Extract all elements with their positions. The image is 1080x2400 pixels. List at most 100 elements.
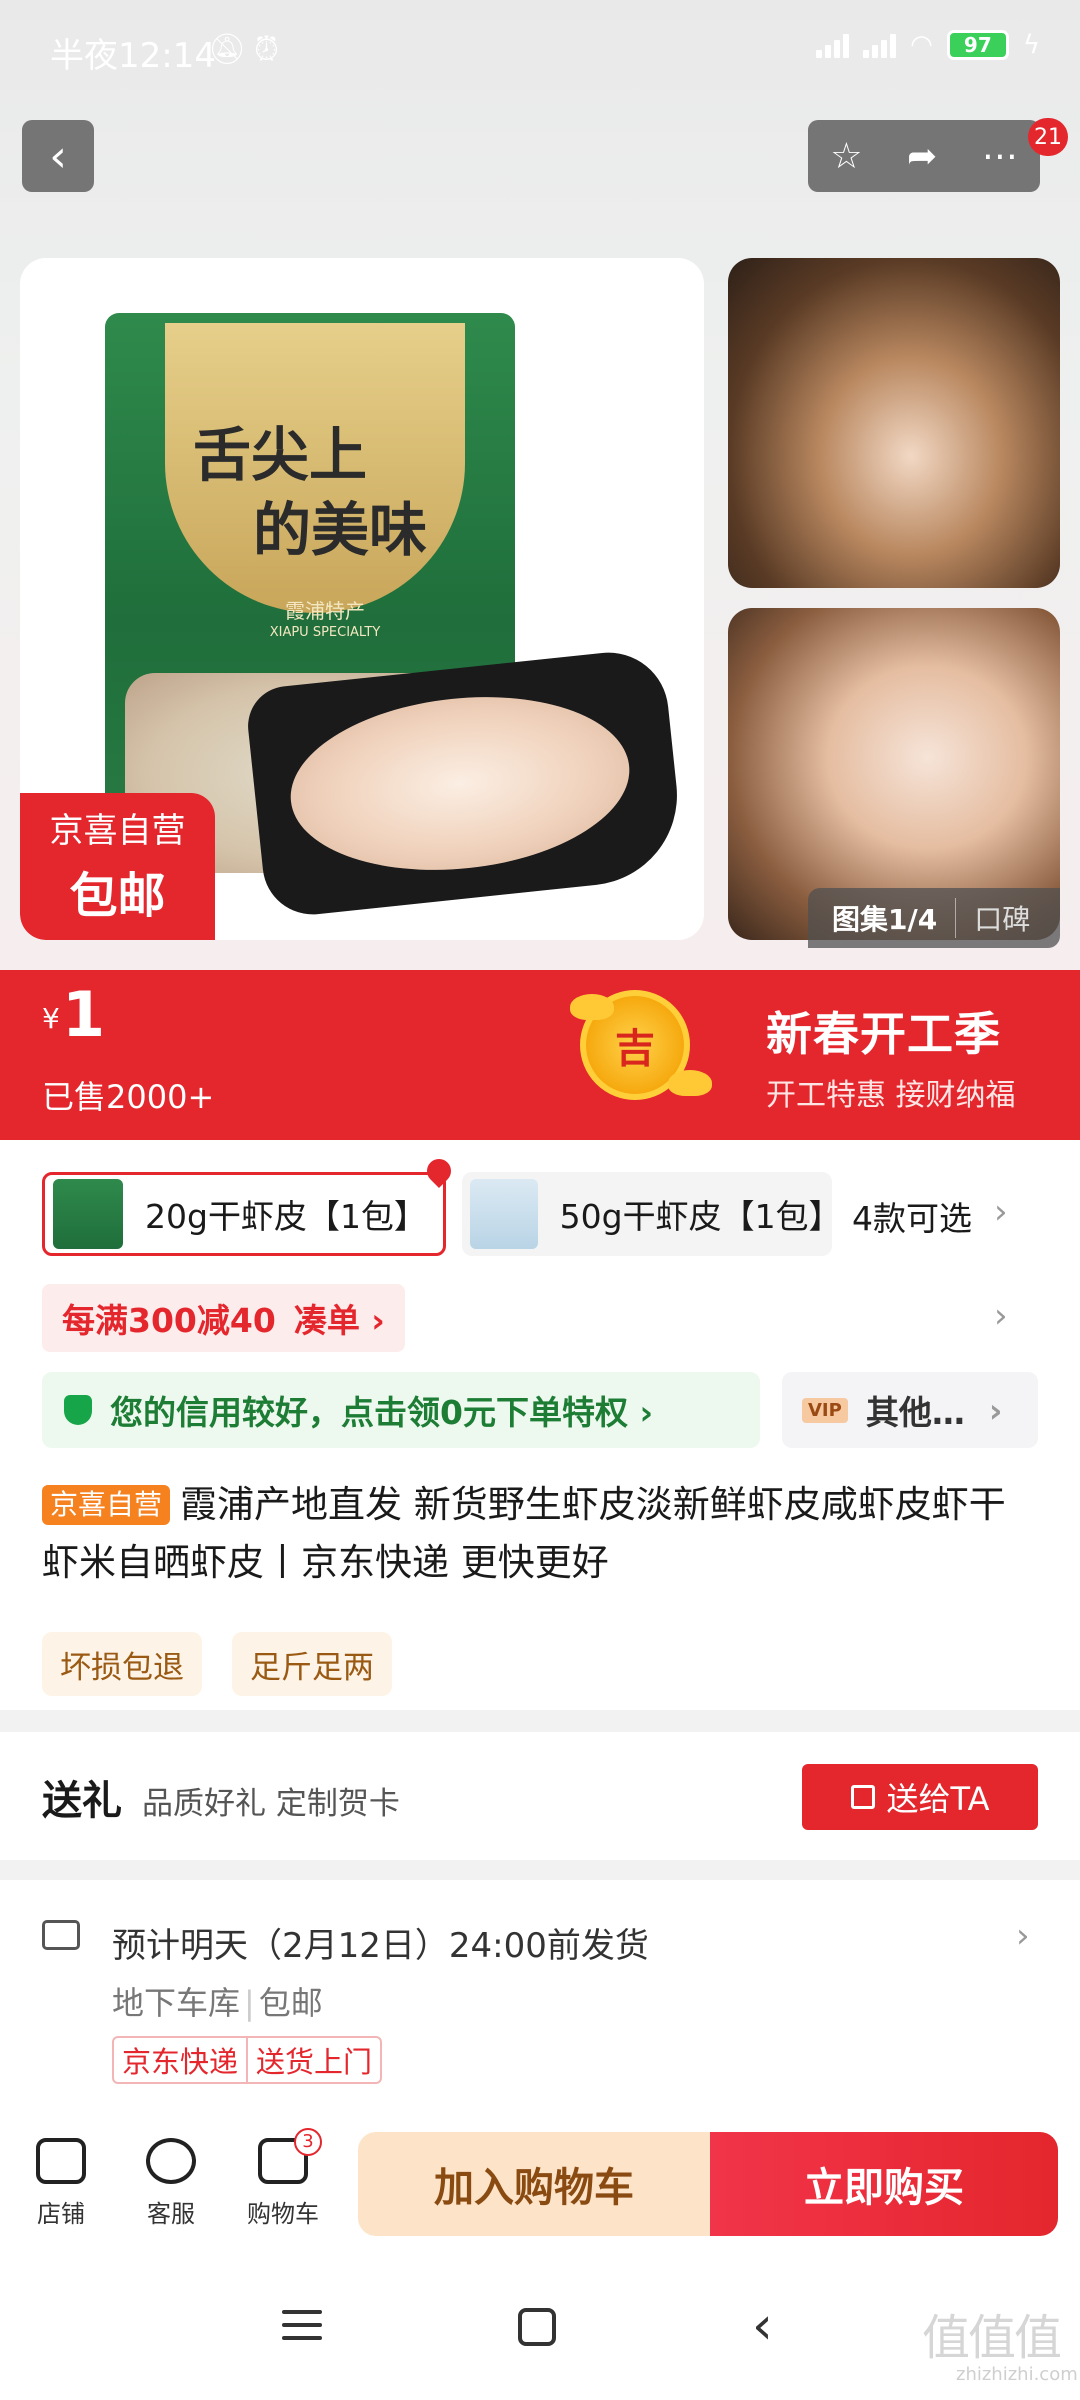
sku-label: 50g干虾皮【1包】 xyxy=(559,1197,842,1236)
sku-thumbnail xyxy=(53,1179,123,1249)
alarm-icon: ⏰︎ xyxy=(254,30,279,68)
share-icon[interactable]: ➦ xyxy=(907,136,937,177)
package-title-1: 舌尖上 xyxy=(193,421,368,489)
carrier-name: 京东快递 xyxy=(122,2045,239,2079)
chevron-right-icon[interactable]: › xyxy=(994,1192,1008,1232)
cellular-signal-2-icon xyxy=(863,32,897,58)
divider: | xyxy=(244,1984,255,2022)
header-tool-group: ☆ ➦ ⋯ xyxy=(808,120,1040,192)
cart-button[interactable]: 3 购物车 xyxy=(238,2128,328,2229)
cart-label: 购物车 xyxy=(247,2200,319,2228)
free-shipping-tag: 京喜自营 包邮 xyxy=(20,793,215,940)
service-label: 客服 xyxy=(147,2200,195,2228)
carrier-tag: 京东快递 送货上门 xyxy=(112,2036,383,2084)
gift-title: 送礼 xyxy=(42,1778,122,1824)
gold-ingot-icon xyxy=(570,994,614,1020)
sku-more-count[interactable]: 4款可选 xyxy=(852,1192,972,1240)
bottom-action-bar: 店铺 客服 3 购物车 加入购物车 立即购买 xyxy=(0,2120,1080,2260)
self-operated-label: 京喜自营 xyxy=(49,811,186,851)
promo-subtitle: 开工特惠 接财纳福 xyxy=(766,1078,1016,1113)
coupon-action: 凑单 › xyxy=(293,1301,385,1340)
gallery-counter: 图集1/4 xyxy=(808,898,957,938)
product-title: 京喜自营 霞浦产地直发 新货野生虾皮淡新鲜虾皮咸虾皮虾干虾米自晒虾皮丨京东快递 更… xyxy=(42,1476,1042,1592)
service-tag: 足斤足两 xyxy=(232,1632,392,1696)
door-delivery: 送货上门 xyxy=(246,2038,380,2082)
sku-option-1[interactable]: 20g干虾皮【1包】 xyxy=(42,1154,456,1256)
chevron-right-icon[interactable]: › xyxy=(994,1296,1008,1336)
vip-icon: VIP xyxy=(802,1397,848,1423)
product-title-text: 霞浦产地直发 新货野生虾皮淡新鲜虾皮咸虾皮虾干虾米自晒虾皮丨京东快递 更快更好 xyxy=(42,1483,1006,1584)
shop-button[interactable]: 店铺 xyxy=(16,2138,106,2229)
charging-icon: ϟ xyxy=(1022,30,1040,60)
add-to-cart-button[interactable]: 加入购物车 xyxy=(358,2132,710,2236)
favorite-star-icon[interactable]: ☆ xyxy=(830,136,862,177)
sold-count: 已售2000+ xyxy=(42,1078,215,1116)
more-dots-icon[interactable]: ⋯ xyxy=(982,136,1018,177)
sku-thumbnail xyxy=(470,1179,538,1249)
vip-benefits-chip[interactable]: VIP 其他… › xyxy=(782,1372,1038,1448)
self-operated-tag: 京喜自营 xyxy=(42,1485,171,1525)
shop-icon xyxy=(36,2138,86,2184)
back-arrow-icon[interactable]: ‹ xyxy=(752,2296,773,2356)
home-icon[interactable] xyxy=(518,2308,556,2346)
chevron-right-icon: › xyxy=(988,1390,1003,1430)
promo-title: 新春开工季 xyxy=(766,1007,1001,1061)
chevron-right-icon: › xyxy=(1016,1916,1030,1956)
buy-now-button[interactable]: 立即购买 xyxy=(710,2132,1058,2236)
delivery-from: 地下车库 xyxy=(112,1984,241,2022)
shop-label: 店铺 xyxy=(37,2200,85,2228)
gallery-thumbnail-1[interactable] xyxy=(728,258,1060,588)
gold-ingot-icon xyxy=(668,1070,712,1096)
battery-icon: 97 xyxy=(946,30,1009,60)
coupon-label: 每满300减40 xyxy=(62,1301,276,1340)
shrimp-in-bowl xyxy=(282,681,638,886)
recent-apps-icon[interactable] xyxy=(282,2310,322,2349)
cellular-signal-icon xyxy=(816,32,850,58)
main-product-image[interactable]: 舌尖上 的美味 霞浦特产 XIAPU SPECIALTY 京喜自营 包邮 xyxy=(20,258,704,940)
gallery-counter-bar[interactable]: 图集1/4 口碑 xyxy=(808,888,1060,948)
coupon-chip[interactable]: 每满300减40 凑单 › xyxy=(42,1284,405,1352)
delivery-shipping: 包邮 xyxy=(258,1984,323,2022)
lucky-char: 吉 xyxy=(615,1026,655,1072)
delivery-section[interactable]: 预计明天（2月12日）24:00前发货 › 地下车库 | 包邮 京东快递 送货上门 xyxy=(0,1880,1080,2120)
package-subtitle-en: XIAPU SPECIALTY xyxy=(269,625,381,640)
service-tag: 坏损包退 xyxy=(42,1632,202,1696)
status-bar: 半夜12:14 🔕︎ ⏰︎ ◠ 97 ϟ xyxy=(0,0,1080,100)
chat-face-icon xyxy=(146,2138,196,2184)
mute-bell-icon: 🔕︎ xyxy=(208,32,247,67)
customer-service-button[interactable]: 客服 xyxy=(126,2138,216,2229)
wifi-icon: ◠ xyxy=(910,30,933,60)
gift-subtitle: 品质好礼 定制贺卡 xyxy=(142,1786,400,1822)
gift-box-icon xyxy=(850,1785,875,1809)
delivery-from-row: 地下车库 | 包邮 xyxy=(112,1978,323,2024)
delivery-eta: 预计明天（2月12日）24:00前发货 xyxy=(112,1926,649,1966)
reviews-link[interactable]: 口碑 xyxy=(956,898,1030,938)
free-shipping-label: 包邮 xyxy=(69,868,166,924)
credit-label: 您的信用较好，点击领0元下单特权 › xyxy=(110,1393,654,1432)
send-gift-label: 送给TA xyxy=(886,1780,990,1818)
product-header-area: 半夜12:14 🔕︎ ⏰︎ ◠ 97 ϟ ‹ ☆ ➦ ⋯ 21 舌尖上 的美味 … xyxy=(0,0,1080,970)
selected-dot-icon xyxy=(422,1154,456,1188)
shopping-cart-icon: 3 xyxy=(258,2128,322,2184)
back-button[interactable]: ‹ xyxy=(22,120,94,192)
price-banner: ¥ 1 已售2000+ 吉 新春开工季 开工特惠 接财纳福 xyxy=(0,970,1080,1140)
notification-badge: 21 xyxy=(1028,118,1068,156)
gift-section: 送礼 品质好礼 定制贺卡 送给TA xyxy=(0,1732,1080,1860)
sku-option-2[interactable]: 50g干虾皮【1包】 xyxy=(462,1172,842,1256)
product-info-card: 20g干虾皮【1包】 50g干虾皮【1包】 4款可选 › 每满300减40 凑单… xyxy=(0,1140,1080,1710)
watermark-url: zhizhizhi.com xyxy=(956,2364,1078,2385)
package-title-2: 的美味 xyxy=(253,496,428,564)
system-navigation-bar: ‹ 值值值 zhizhizhi.com xyxy=(0,2260,1080,2400)
package-subtitle: 霞浦特产 xyxy=(285,599,365,623)
status-time: 半夜12:14 xyxy=(50,36,216,76)
credit-privilege-banner[interactable]: 您的信用较好，点击领0元下单特权 › xyxy=(42,1372,760,1448)
shield-bag-icon xyxy=(64,1395,92,1425)
send-gift-button[interactable]: 送给TA xyxy=(802,1764,1038,1830)
battery-level: 97 xyxy=(963,33,992,57)
watermark: 值值值 xyxy=(922,2310,1062,2366)
price-value: 1 xyxy=(62,978,106,1051)
chevron-left-icon: ‹ xyxy=(49,130,67,182)
vip-label: 其他… xyxy=(865,1393,965,1432)
cart-count-badge: 3 xyxy=(294,2128,322,2156)
sku-label: 20g干虾皮【1包】 xyxy=(145,1197,427,1236)
